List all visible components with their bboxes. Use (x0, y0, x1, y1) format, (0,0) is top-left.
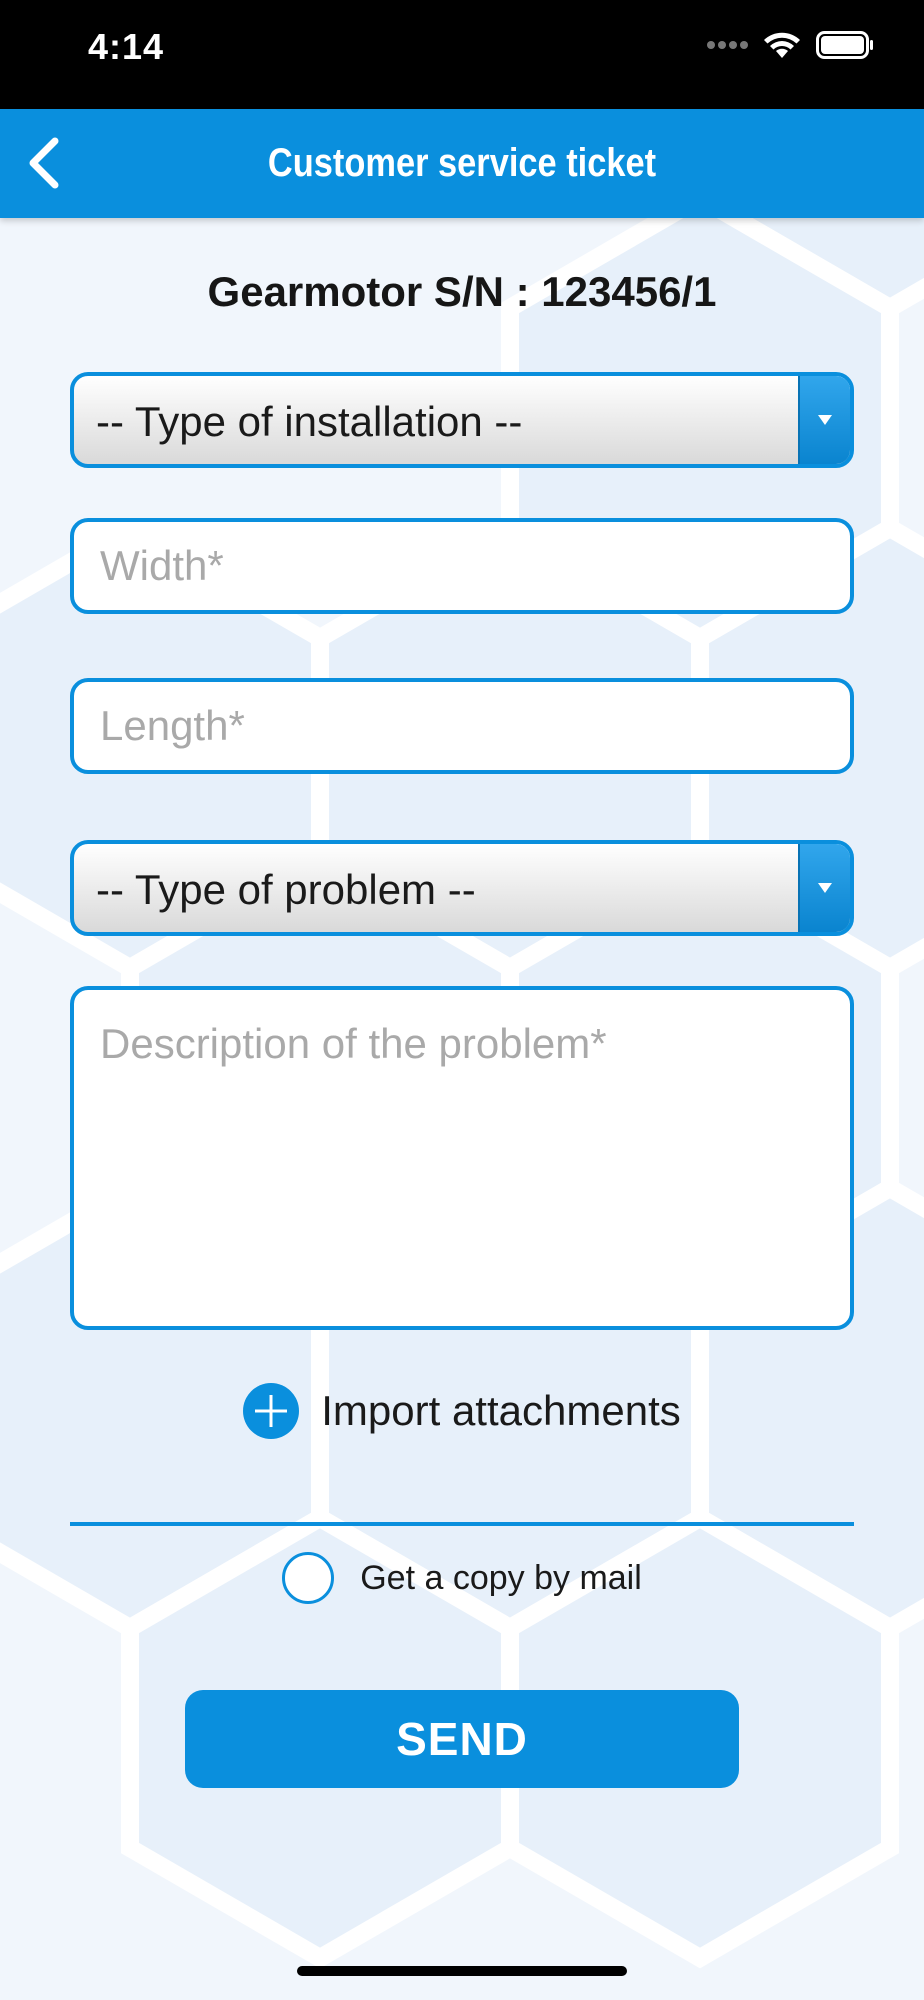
battery-icon (816, 31, 873, 59)
dropdown-arrow (798, 376, 850, 464)
status-time: 4:14 (88, 26, 165, 67)
nav-bar: Customer service ticket (0, 109, 924, 218)
plus-circle-icon (243, 1383, 300, 1439)
copy-by-mail-option[interactable]: Get a copy by mail (0, 1552, 924, 1604)
width-field[interactable] (70, 518, 854, 614)
copy-by-mail-label: Get a copy by mail (360, 1558, 642, 1597)
caret-down-icon (818, 883, 832, 893)
width-input[interactable] (74, 522, 850, 610)
import-attachments-button[interactable]: Import attachments (0, 1383, 924, 1439)
status-bar: 4:14 (0, 0, 924, 109)
chevron-left-icon (29, 137, 59, 189)
description-field[interactable] (70, 986, 854, 1330)
send-button[interactable]: SEND (185, 1690, 739, 1788)
dropdown-arrow (798, 844, 850, 932)
installation-type-value: -- Type of installation -- (96, 398, 523, 445)
page-title: Customer service ticket (267, 141, 657, 185)
copy-by-mail-radio[interactable] (282, 1552, 335, 1604)
import-attachments-label: Import attachments (321, 1387, 681, 1434)
serial-number: Gearmotor S/N : 123456/1 (207, 268, 717, 315)
length-input[interactable] (74, 682, 850, 770)
caret-down-icon (818, 415, 832, 425)
problem-type-select[interactable]: -- Type of problem -- (70, 840, 854, 936)
wifi-icon (764, 32, 800, 58)
length-field[interactable] (70, 678, 854, 774)
signal-icon (707, 41, 748, 49)
home-indicator (297, 1966, 627, 1976)
status-icons (706, 30, 874, 60)
problem-type-value: -- Type of problem -- (96, 866, 476, 913)
divider (70, 1522, 854, 1526)
description-textarea[interactable] (74, 990, 850, 1326)
installation-type-select[interactable]: -- Type of installation -- (70, 372, 854, 468)
